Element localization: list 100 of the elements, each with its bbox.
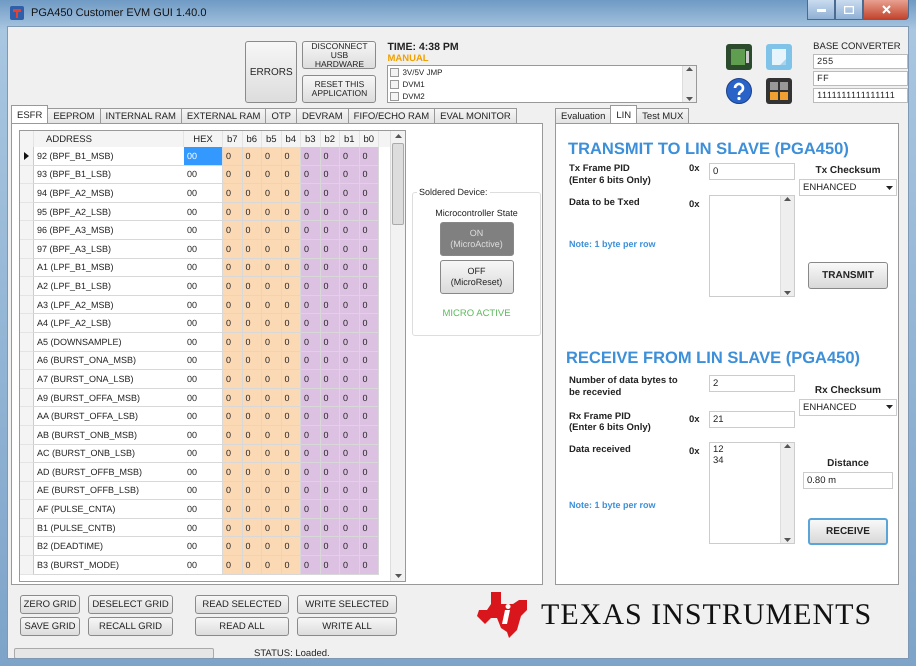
table-cell[interactable]: 0 [340, 221, 360, 240]
table-cell[interactable]: 0 [223, 518, 242, 538]
table-cell[interactable]: 0 [320, 296, 340, 314]
table-cell[interactable]: 00 [184, 444, 223, 464]
table-cell[interactable]: 0 [301, 352, 320, 370]
table-cell[interactable]: 0 [262, 184, 282, 203]
table-cell[interactable]: 0 [320, 463, 340, 482]
table-cell[interactable]: 0 [242, 537, 262, 556]
table-cell[interactable]: 0 [301, 500, 320, 519]
reset-button[interactable]: RESET THIS APPLICATION [302, 75, 376, 103]
binary-field[interactable]: 1111111111111111 [813, 88, 908, 103]
data-field[interactable] [709, 194, 795, 297]
table-cell[interactable]: 0 [262, 500, 282, 519]
table-cell[interactable]: 0 [360, 463, 379, 482]
table-cell[interactable]: 0 [242, 482, 262, 500]
table-cell[interactable]: 00 [184, 463, 223, 482]
table-cell[interactable]: 0 [223, 184, 242, 203]
tab[interactable]: INTERNAL RAM [100, 108, 182, 123]
table-cell[interactable]: 0 [301, 202, 320, 222]
table-cell[interactable]: 0 [340, 463, 360, 482]
scroll-down-icon[interactable] [784, 290, 791, 296]
table-cell[interactable]: 0 [242, 444, 262, 464]
table-cell[interactable]: 0 [242, 314, 262, 333]
table-cell[interactable]: 0 [262, 166, 282, 184]
table-cell[interactable]: 0 [242, 500, 262, 519]
table-cell[interactable]: 0 [282, 277, 301, 296]
input-field[interactable]: 0 [709, 163, 795, 180]
close-icon[interactable] [882, 5, 890, 14]
table-cell[interactable]: 00 [184, 407, 223, 426]
table-cell[interactable]: 0 [262, 482, 282, 500]
table-cell[interactable]: 0 [360, 556, 379, 575]
table-cell[interactable]: 0 [262, 314, 282, 333]
table-cell[interactable]: 0 [301, 314, 320, 333]
close-button[interactable] [863, 0, 909, 20]
table-cell[interactable]: 0 [360, 426, 379, 444]
distance-field[interactable]: 0.80 m [803, 472, 893, 490]
scroll-down-icon[interactable] [784, 538, 791, 544]
calculator-icon[interactable] [764, 77, 794, 105]
table-cell[interactable]: 0 [282, 202, 301, 222]
table-cell[interactable]: 0 [242, 166, 262, 184]
table-cell[interactable]: 0 [301, 184, 320, 203]
table-cell[interactable]: 0 [223, 407, 242, 426]
table-cell[interactable]: 0 [360, 518, 379, 538]
table-cell[interactable]: 0 [282, 147, 301, 166]
table-cell[interactable]: 0 [262, 388, 282, 408]
table-cell[interactable]: 0 [242, 388, 262, 408]
table-cell[interactable]: 00 [184, 370, 223, 389]
table-cell[interactable]: 0 [282, 166, 301, 184]
table-cell[interactable]: 0 [242, 258, 262, 278]
table-cell[interactable]: 0 [340, 332, 360, 352]
table-cell[interactable]: 0 [320, 166, 340, 184]
table-cell[interactable]: 0 [301, 296, 320, 314]
table-cell[interactable]: 0 [223, 277, 242, 296]
table-cell[interactable]: 0 [340, 296, 360, 314]
table-cell[interactable]: 0 [262, 556, 282, 575]
table-cell[interactable]: 0 [242, 296, 262, 314]
table-cell[interactable]: 0 [320, 221, 340, 240]
table-cell[interactable]: 00 [184, 240, 223, 259]
table-cell[interactable]: 0 [282, 444, 301, 464]
table-cell[interactable]: 0 [320, 332, 340, 352]
input-field[interactable]: 21 [709, 410, 795, 428]
grid-action-button[interactable]: WRITE ALL [297, 616, 397, 636]
table-cell[interactable]: 00 [184, 314, 223, 333]
table-cell[interactable]: 0 [320, 426, 340, 444]
table-cell[interactable]: 0 [301, 277, 320, 296]
tab[interactable]: EEPROM [47, 108, 101, 123]
table-cell[interactable]: 0 [301, 556, 320, 575]
scroll-up-icon[interactable] [686, 66, 694, 71]
table-cell[interactable]: 0 [242, 240, 262, 259]
table-cell[interactable]: 0 [320, 370, 340, 389]
table-cell[interactable]: 0 [320, 277, 340, 296]
input-field[interactable]: 2 [709, 374, 795, 392]
table-cell[interactable]: 0 [340, 166, 360, 184]
grid-action-button[interactable]: WRITE SELECTED [297, 594, 397, 614]
table-cell[interactable]: 0 [282, 221, 301, 240]
table-cell[interactable]: 0 [301, 370, 320, 389]
table-cell[interactable]: 0 [340, 500, 360, 519]
table-cell[interactable]: 0 [223, 500, 242, 519]
board-icon[interactable] [724, 43, 754, 71]
table-cell[interactable]: 0 [320, 240, 340, 259]
table-cell[interactable]: 0 [340, 147, 360, 166]
table-cell[interactable]: 0 [242, 426, 262, 444]
table-cell[interactable]: 0 [301, 518, 320, 538]
table-cell[interactable]: 0 [242, 556, 262, 575]
table-cell[interactable]: 0 [223, 426, 242, 444]
table-cell[interactable]: 0 [242, 184, 262, 203]
table-cell[interactable]: 0 [242, 332, 262, 352]
grid-action-button[interactable]: READ SELECTED [195, 594, 289, 614]
table-cell[interactable]: 0 [320, 388, 340, 408]
table-cell[interactable]: 0 [262, 352, 282, 370]
tab[interactable]: Evaluation [555, 108, 612, 123]
table-cell[interactable]: 0 [223, 166, 242, 184]
table-cell[interactable]: 0 [262, 463, 282, 482]
table-cell[interactable]: 0 [360, 352, 379, 370]
table-cell[interactable]: 0 [242, 352, 262, 370]
grid-action-button[interactable]: DESELECT GRID [88, 594, 173, 614]
table-cell[interactable]: 0 [340, 518, 360, 538]
data-field[interactable]: 12 34 [709, 442, 795, 544]
grid-action-button[interactable]: RECALL GRID [88, 616, 173, 636]
scroll-down-icon[interactable] [686, 97, 694, 102]
